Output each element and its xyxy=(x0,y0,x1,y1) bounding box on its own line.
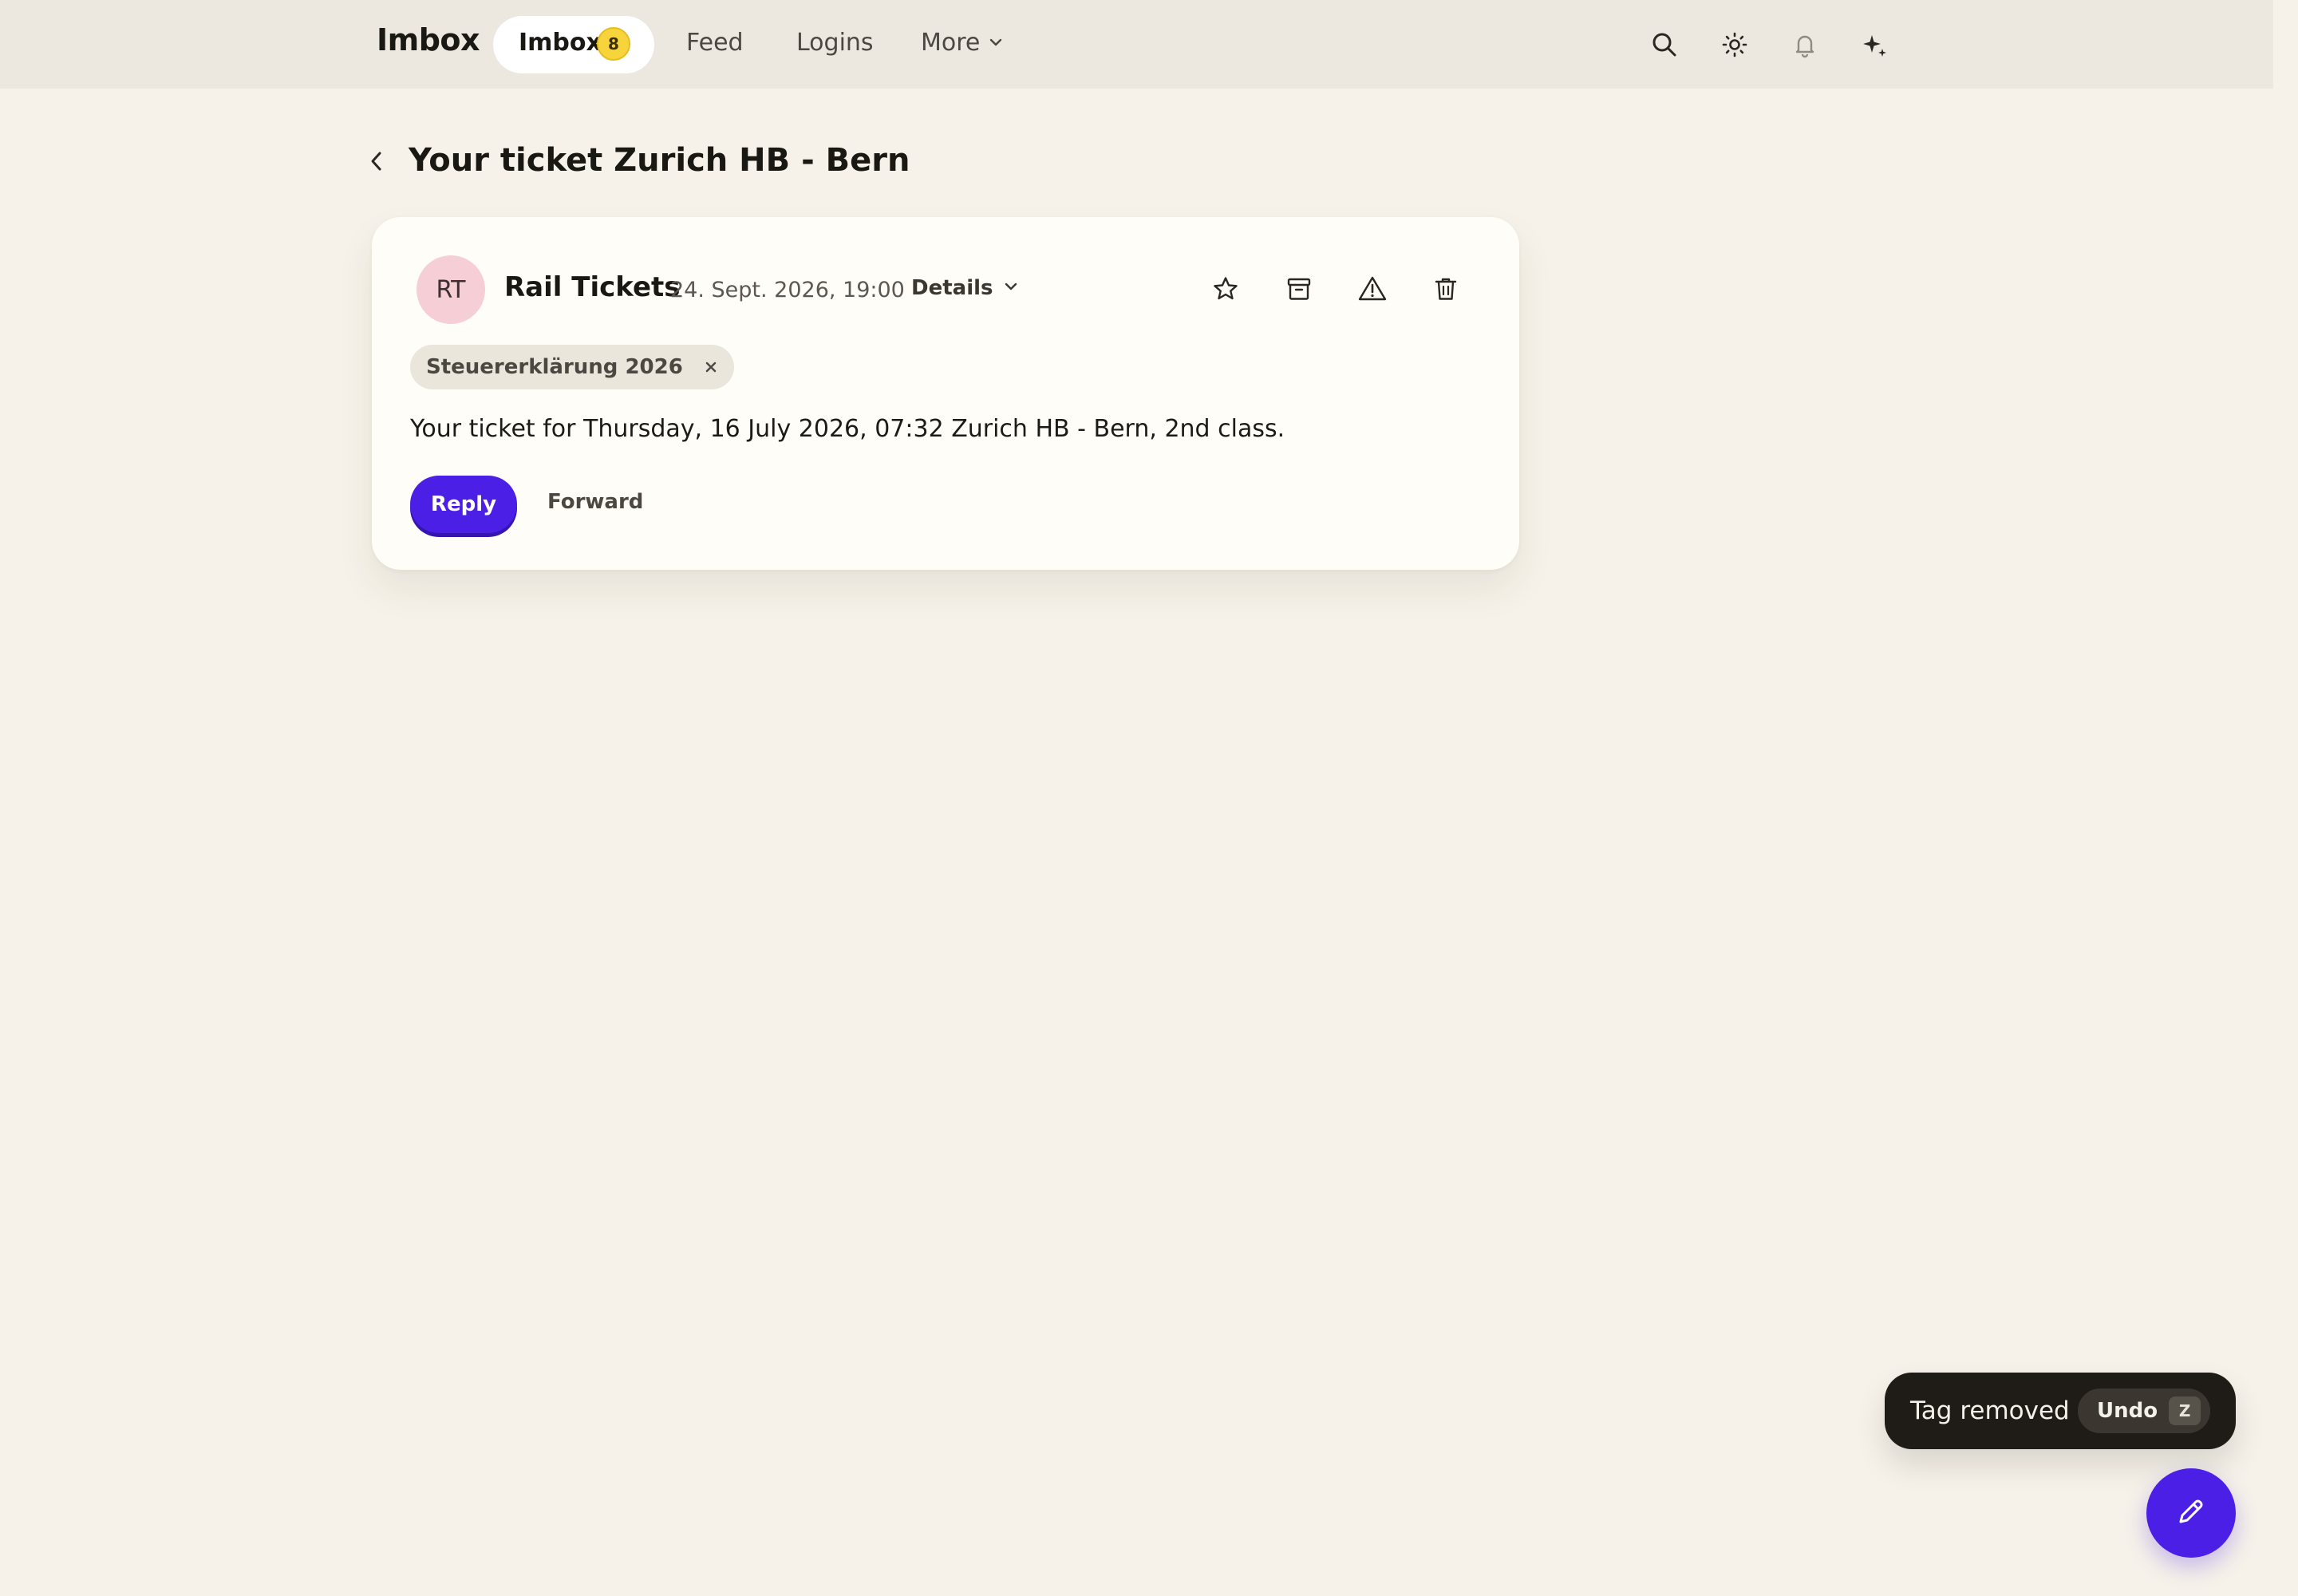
trash-icon[interactable] xyxy=(1427,270,1465,308)
avatar: RT xyxy=(417,255,485,324)
reply-button[interactable]: Reply xyxy=(410,476,517,533)
nav-tab-more-label: More xyxy=(921,29,981,57)
top-bar: Imbox Imbox 8 Feed Logins More xyxy=(0,0,2273,89)
toast-message: Tag removed xyxy=(1910,1396,2070,1425)
tag-label: Steuererklärung 2026 xyxy=(426,355,683,379)
nav-tab-imbox-label: Imbox xyxy=(519,29,602,57)
warning-icon[interactable] xyxy=(1353,270,1392,308)
details-toggle[interactable]: Details xyxy=(911,276,1019,300)
chevron-down-icon xyxy=(988,29,1004,57)
undo-button[interactable]: Undo Z xyxy=(2078,1389,2210,1433)
keyboard-shortcut-badge: Z xyxy=(2169,1396,2201,1425)
compose-button[interactable] xyxy=(2146,1468,2236,1558)
message-body: Your ticket for Thursday, 16 July 2026, … xyxy=(410,415,1285,443)
undo-label: Undo xyxy=(2097,1399,2158,1423)
brightness-icon[interactable] xyxy=(1717,27,1752,62)
search-icon[interactable] xyxy=(1647,27,1682,62)
bell-icon[interactable] xyxy=(1787,27,1822,62)
sparkle-icon[interactable] xyxy=(1858,27,1893,62)
sender-name[interactable]: Rail Tickets xyxy=(504,271,681,303)
message-date: 24. Sept. 2026, 19:00 xyxy=(670,278,905,302)
tag-chip: Steuererklärung 2026 xyxy=(410,345,734,389)
star-icon[interactable] xyxy=(1206,270,1245,308)
app-logo[interactable]: Imbox xyxy=(377,22,480,57)
message-card: RT Rail Tickets 24. Sept. 2026, 19:00 De… xyxy=(372,217,1519,570)
unread-count-badge: 8 xyxy=(597,27,630,61)
nav-tab-more[interactable]: More xyxy=(921,29,1004,57)
nav-tab-feed[interactable]: Feed xyxy=(686,29,744,57)
pencil-icon xyxy=(2174,1494,2209,1532)
toast-notification: Tag removed Undo Z xyxy=(1885,1373,2236,1449)
archive-icon[interactable] xyxy=(1280,270,1318,308)
nav-tab-imbox[interactable]: Imbox 8 xyxy=(493,16,654,73)
back-button[interactable] xyxy=(361,145,393,177)
remove-tag-icon[interactable] xyxy=(704,360,718,374)
page-title: Your ticket Zurich HB - Bern xyxy=(409,142,910,179)
chevron-down-icon xyxy=(1003,276,1019,300)
forward-button[interactable]: Forward xyxy=(547,490,643,514)
details-label: Details xyxy=(911,276,993,300)
nav-tab-logins[interactable]: Logins xyxy=(796,29,874,57)
